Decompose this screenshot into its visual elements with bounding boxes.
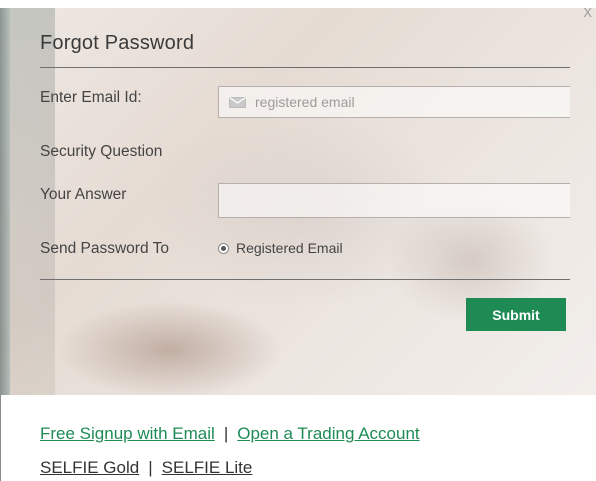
answer-label: Your Answer [40, 186, 127, 203]
email-field-container [218, 86, 570, 118]
send-to-option[interactable]: Registered Email [218, 240, 343, 256]
footer-links-row-2: SELFIE Gold | SELFIE Lite [40, 458, 252, 478]
selfie-lite-link[interactable]: SELFIE Lite [162, 458, 253, 477]
security-question-label: Security Question [40, 143, 163, 160]
email-label: Enter Email Id: [40, 89, 142, 106]
link-separator: | [148, 458, 153, 477]
background-left-edge [0, 0, 10, 395]
submit-button[interactable]: Submit [466, 298, 566, 331]
close-icon[interactable]: X [583, 6, 592, 19]
open-trading-account-link[interactable]: Open a Trading Account [237, 424, 419, 443]
footer-links-row-1: Free Signup with Email | Open a Trading Ac… [40, 424, 420, 444]
selfie-gold-link[interactable]: SELFIE Gold [40, 458, 139, 477]
answer-field-container [218, 183, 570, 218]
top-border [0, 0, 596, 8]
form-divider [40, 279, 570, 280]
registered-email-label: Registered Email [236, 240, 343, 256]
free-signup-link[interactable]: Free Signup with Email [40, 424, 215, 443]
modal-title: Forgot Password [40, 32, 195, 54]
link-separator: | [223, 424, 229, 443]
answer-input[interactable] [219, 184, 570, 217]
registered-email-radio[interactable] [218, 242, 229, 254]
email-input[interactable] [219, 87, 570, 117]
send-password-to-label: Send Password To [40, 240, 169, 257]
title-divider [40, 67, 570, 68]
footer-left-border [0, 395, 1, 481]
